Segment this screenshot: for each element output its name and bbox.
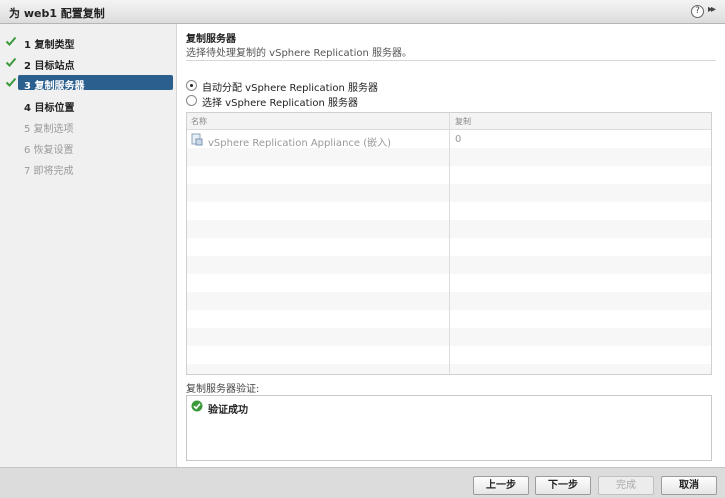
check-icon	[5, 57, 17, 67]
dialog-titlebar: 为 web1 配置复制 ? ▸▸	[0, 0, 725, 24]
collapse-panel-icon[interactable]: ▸▸	[708, 4, 716, 15]
finish-button: 完成	[598, 476, 654, 495]
server-name-cell: vSphere Replication Appliance (嵌入)	[208, 138, 392, 149]
main-panel: 复制服务器 选择待处理复制的 vSphere Replication 服务器。 …	[177, 24, 725, 467]
step-replication-options: 5 复制选项	[0, 118, 177, 135]
cancel-button[interactable]: 取消	[661, 476, 717, 495]
replication-count-cell: 0	[455, 134, 462, 145]
step-recovery-settings: 6 恢复设置	[0, 139, 177, 156]
radio-label: 选择 vSphere Replication 服务器	[202, 98, 359, 109]
step-label: 5 复制选项	[24, 124, 74, 135]
radio-label: 自动分配 vSphere Replication 服务器	[202, 83, 379, 94]
step-ready-to-complete: 7 即将完成	[0, 160, 177, 177]
column-divider	[449, 113, 450, 374]
column-header-name[interactable]: 名称	[191, 116, 207, 127]
section-description: 选择待处理复制的 vSphere Replication 服务器。	[186, 48, 413, 59]
step-label: 7 即将完成	[24, 166, 74, 177]
divider	[186, 60, 716, 61]
validation-label: 复制服务器验证:	[186, 384, 260, 395]
radio-button-select[interactable]	[186, 95, 197, 106]
wizard-steps-sidebar: 1 复制类型 2 目标站点 3 复制服务器 4 目标位置 5 复制选项 6 恢复…	[0, 24, 177, 467]
column-header-replications[interactable]: 复制	[455, 116, 471, 127]
step-label: 4 目标位置	[24, 103, 75, 114]
step-label: 1 复制类型	[24, 40, 75, 51]
validation-result: 验证成功	[208, 405, 248, 416]
step-label: 3 复制服务器	[24, 81, 85, 92]
dialog-footer: 上一步 下一步 完成 取消	[0, 467, 725, 498]
section-title: 复制服务器	[186, 34, 236, 45]
help-icon[interactable]: ?	[691, 5, 704, 18]
step-target-location[interactable]: 4 目标位置	[0, 97, 177, 114]
success-icon	[191, 400, 203, 412]
step-replication-server[interactable]: 3 复制服务器	[0, 75, 177, 92]
step-label: 6 恢复设置	[24, 145, 74, 156]
dialog-title: 为 web1 配置复制	[9, 7, 105, 20]
check-icon	[5, 77, 17, 87]
step-replication-type[interactable]: 1 复制类型	[0, 34, 177, 51]
validation-box: 验证成功	[186, 395, 712, 461]
server-table: 名称 复制 vSphere Replication Appliance (嵌入)…	[186, 112, 712, 375]
next-button[interactable]: 下一步	[535, 476, 591, 495]
step-target-site[interactable]: 2 目标站点	[0, 55, 177, 72]
radio-button-auto[interactable]	[186, 80, 197, 91]
check-icon	[5, 36, 17, 46]
replication-server-icon	[191, 133, 203, 146]
step-label: 2 目标站点	[24, 61, 75, 72]
back-button[interactable]: 上一步	[473, 476, 529, 495]
